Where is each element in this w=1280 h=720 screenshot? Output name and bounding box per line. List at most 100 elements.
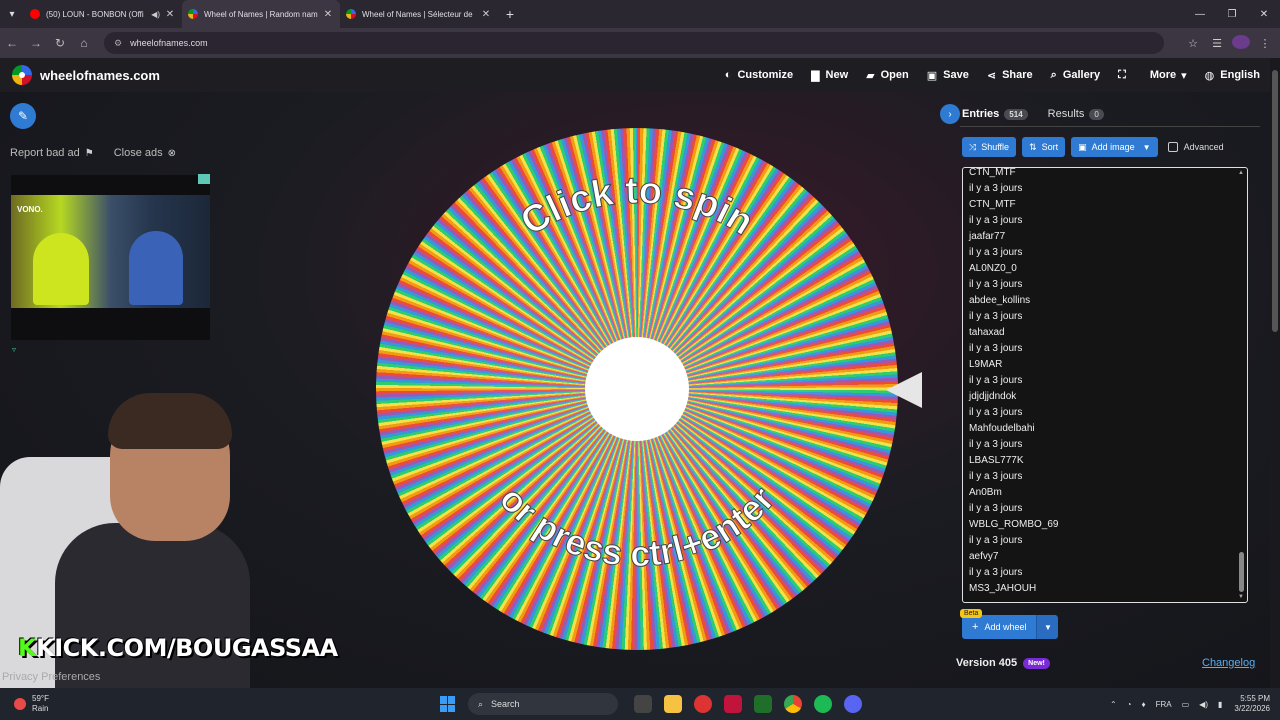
url-input[interactable]: ⚙ wheelofnames.com xyxy=(104,32,1164,54)
entries-count-badge: 514 xyxy=(1004,108,1028,120)
tray-app-icon[interactable]: ◔ xyxy=(1127,700,1132,709)
task-view-icon[interactable] xyxy=(634,695,652,713)
adobe-app-icon[interactable] xyxy=(724,695,742,713)
discord-icon[interactable] xyxy=(844,695,862,713)
menu-item-more[interactable]: More ▾ xyxy=(1150,69,1187,82)
spin-wheel[interactable]: Click to spin or press ctrl+enter xyxy=(376,128,898,650)
profile-avatar[interactable] xyxy=(1232,34,1250,52)
entries-scroll-thumb[interactable] xyxy=(1239,552,1244,592)
chrome-icon[interactable] xyxy=(784,695,802,713)
home-icon[interactable]: ⌂ xyxy=(72,36,96,50)
menu-item-save[interactable]: ▣ Save xyxy=(927,69,969,82)
app-icon-colorful[interactable] xyxy=(694,695,712,713)
site-name: wheelofnames.com xyxy=(40,67,160,83)
menu-item-share[interactable]: ⋖ Share xyxy=(987,69,1033,82)
add-wheel-button[interactable]: + Add wheel xyxy=(962,615,1037,639)
microphone-icon[interactable]: ♦ xyxy=(1142,700,1146,709)
privacy-preferences-link[interactable]: Privacy Preferences xyxy=(2,671,100,683)
browser-tab-1[interactable]: (50) LOUN - BONBON (Offi ◀) ✕ xyxy=(24,0,182,28)
sort-button[interactable]: ⇅ Sort xyxy=(1022,137,1066,157)
taskbar-search[interactable]: ⌕ Search xyxy=(468,693,618,715)
tab-entries[interactable]: Entries 514 xyxy=(962,108,1028,120)
close-tab-icon[interactable]: ✕ xyxy=(322,9,334,20)
browser-tab-2[interactable]: Wheel of Names | Random nam ✕ xyxy=(182,0,340,28)
changelog-link[interactable]: Changelog xyxy=(1202,657,1255,669)
entry-line: jdjdjjdndok xyxy=(969,391,1017,402)
close-tab-icon[interactable]: ✕ xyxy=(480,9,492,20)
menu-item-gallery[interactable]: ⌕ Gallery xyxy=(1051,69,1100,82)
browser-menu-icon[interactable]: ⋮ xyxy=(1256,37,1274,50)
entry-line: aefvy7 xyxy=(969,551,999,562)
close-window-icon[interactable]: ✕ xyxy=(1248,0,1280,28)
kick-channel-overlay: KKICK.COM/BOUGASSAA xyxy=(18,634,338,662)
entry-line: Mahfoudelbahi xyxy=(969,423,1035,434)
menu-item-open[interactable]: ▰ Open xyxy=(866,69,909,82)
windows-start-icon[interactable] xyxy=(440,696,456,712)
tray-overflow-icon[interactable]: ⌃ xyxy=(1110,700,1117,709)
tab-groups-icon[interactable]: ☰ xyxy=(1208,37,1226,50)
ad-video[interactable]: VONO. xyxy=(11,175,210,340)
edit-pencil-button[interactable]: ✎ xyxy=(10,103,36,129)
minimize-icon[interactable]: — xyxy=(1184,0,1216,28)
tab-title: Wheel of Names | Random nam xyxy=(204,9,318,19)
system-tray: ⌃ ◔ ♦ FRA ▭ ◀) ▮ 5:55 PM 3/22/2026 xyxy=(1100,688,1270,720)
scroll-up-icon[interactable]: ▲ xyxy=(1238,170,1244,176)
site-logo[interactable]: wheelofnames.com xyxy=(12,65,160,85)
menu-item-customize[interactable]: ◐ Customize xyxy=(725,69,793,82)
menu-item-fullscreen[interactable]: ⛶ xyxy=(1118,69,1132,82)
chevron-right-icon: › xyxy=(948,108,952,120)
file-explorer-icon[interactable] xyxy=(664,695,682,713)
browser-tab-3[interactable]: Wheel of Names | Sélecteur de ✕ xyxy=(340,0,498,28)
add-wheel-dropdown[interactable]: ▼ xyxy=(1036,615,1059,639)
network-icon[interactable]: ▭ xyxy=(1182,700,1190,709)
advanced-checkbox[interactable] xyxy=(1167,142,1178,152)
version-label: Version 405 xyxy=(956,657,1018,669)
menu-item-new[interactable]: ▇ New xyxy=(811,69,848,82)
tab-results[interactable]: Results 0 xyxy=(1048,108,1104,120)
shuffle-label: Shuffle xyxy=(981,142,1010,152)
scroll-down-icon[interactable]: ▼ xyxy=(1238,594,1244,600)
entries-textarea[interactable]: CTN_MTF il y a 3 jours CTN_MTF il y a 3 jou… xyxy=(962,167,1248,603)
battery-icon[interactable]: ▮ xyxy=(1218,700,1222,709)
entry-line: An0Bm xyxy=(969,487,1002,498)
ad-marker-icon: ▿ xyxy=(12,345,17,354)
reload-icon[interactable]: ↻ xyxy=(48,36,72,50)
site-info-icon[interactable]: ⚙ xyxy=(114,38,122,49)
bookmark-star-icon[interactable]: ☆ xyxy=(1184,37,1202,50)
caret-down-icon: ▼ xyxy=(1044,622,1052,632)
terminal-app-icon[interactable] xyxy=(754,695,772,713)
ad-choices-icon[interactable] xyxy=(198,174,210,184)
close-tab-icon[interactable]: ✕ xyxy=(164,9,176,20)
page-scrollbar-thumb[interactable] xyxy=(1272,70,1278,332)
spotify-icon[interactable] xyxy=(814,695,832,713)
restore-icon[interactable]: ❐ xyxy=(1216,0,1248,28)
shuffle-button[interactable]: ⤨ Shuffle xyxy=(962,137,1017,157)
report-bad-ad-link[interactable]: Report bad ad ⚑ xyxy=(10,147,94,159)
speaker-icon[interactable]: ◀) xyxy=(151,10,160,19)
collapse-panel-button[interactable]: › xyxy=(940,104,960,124)
panel-tabs: › Entries 514 Results 0 xyxy=(940,104,1124,124)
entries-scrollbar[interactable]: ▲ ▼ xyxy=(1238,170,1245,600)
add-image-button[interactable]: ▣ Add image ▼ xyxy=(1071,137,1158,157)
menu-item-english[interactable]: ◍ English xyxy=(1205,69,1260,82)
advanced-toggle[interactable]: Advanced xyxy=(1167,142,1224,152)
new-badge: New! xyxy=(1023,657,1050,669)
add-image-label: Add image xyxy=(1091,142,1135,152)
url-text: wheelofnames.com xyxy=(130,38,208,48)
tab-search-icon[interactable]: ▾ xyxy=(0,0,24,28)
folder-icon: ▰ xyxy=(866,69,875,82)
weather-widget[interactable]: 59°F Rain xyxy=(14,694,49,714)
forward-icon[interactable]: → xyxy=(24,36,48,50)
back-icon[interactable]: ← xyxy=(0,36,24,50)
add-wheel-label: Add wheel xyxy=(984,622,1027,632)
streamer-body xyxy=(55,523,250,688)
taskbar-clock[interactable]: 5:55 PM 3/22/2026 xyxy=(1234,694,1270,714)
entry-line: WBLG_ROMBO_69 xyxy=(969,519,1059,530)
volume-icon[interactable]: ◀) xyxy=(1199,700,1208,709)
close-ads-link[interactable]: Close ads ⊗ xyxy=(114,147,176,159)
language-indicator[interactable]: FRA xyxy=(1156,700,1172,709)
report-ad-label: Report bad ad xyxy=(10,147,80,159)
new-tab-button[interactable]: + xyxy=(498,6,522,22)
search-icon: ⌕ xyxy=(478,698,484,709)
wheel-center-hub[interactable] xyxy=(585,337,689,441)
